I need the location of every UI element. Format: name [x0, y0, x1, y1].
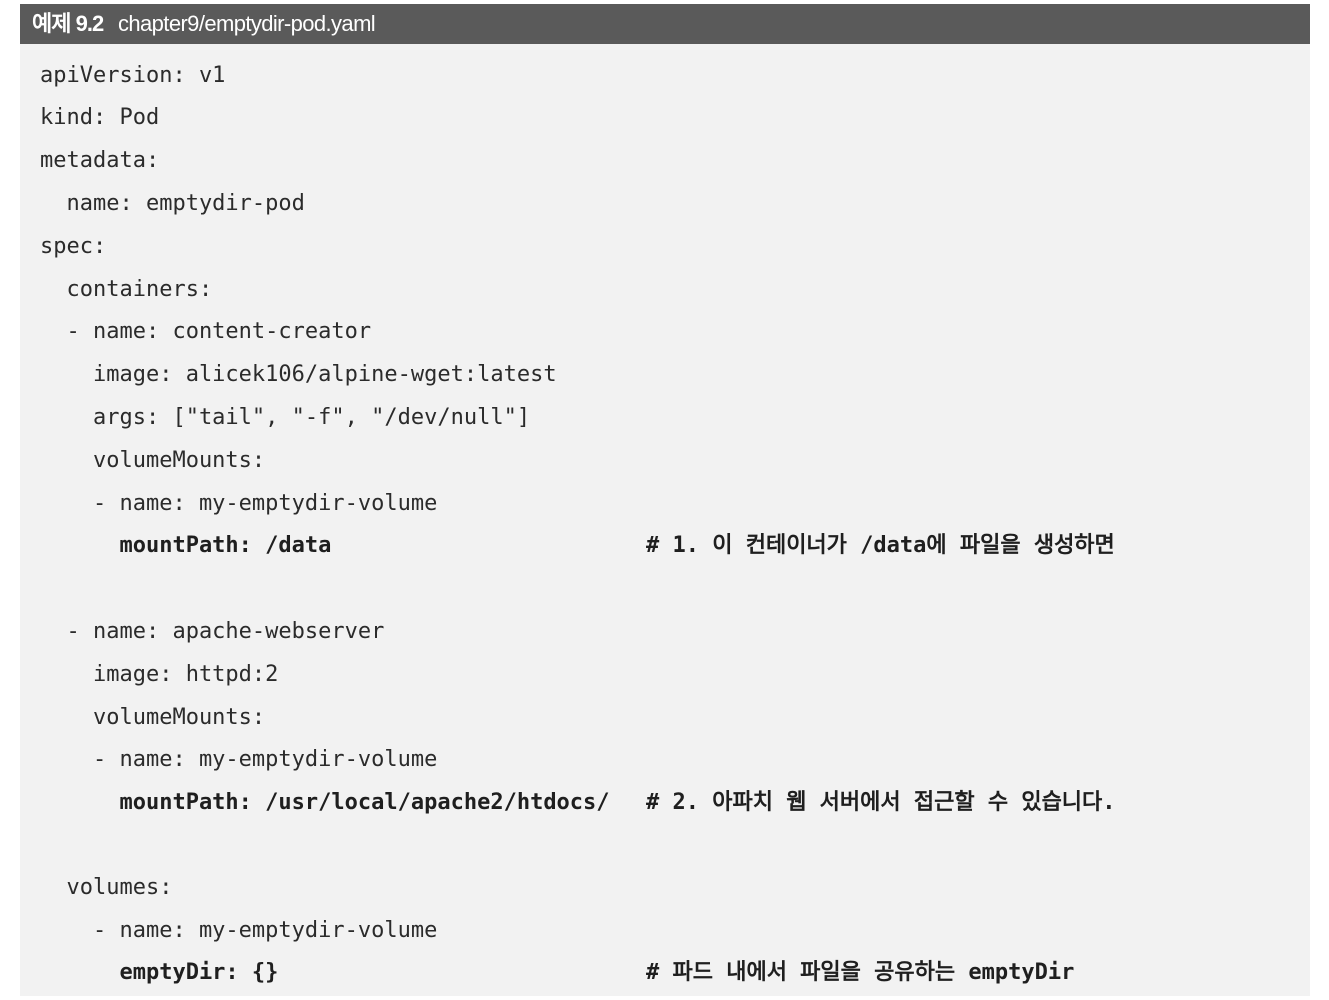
code-line: apiVersion: v1 — [40, 63, 226, 88]
code-line: - name: apache-webserver — [40, 619, 385, 644]
code-line: volumeMounts: — [40, 705, 266, 730]
code-line: args: ["tail", "-f", "/dev/null"] — [40, 405, 531, 430]
code-line-highlight: mountPath: /data — [40, 533, 332, 558]
code-line-highlight: mountPath: /usr/local/apache2/htdocs/ — [40, 790, 610, 815]
code-listing: 예제 9.2 chapter9/emptydir-pod.yaml apiVer… — [20, 4, 1310, 996]
code-line: volumes: — [40, 875, 173, 900]
code-line: - name: my-emptydir-volume — [40, 747, 438, 772]
code-line: - name: my-emptydir-volume — [40, 491, 438, 516]
code-line: spec: — [40, 234, 107, 259]
code-line-highlight: emptyDir: {} — [40, 960, 279, 985]
code-comment: # 2. 아파치 웹 서버에서 접근할 수 있습니다. — [646, 790, 1116, 815]
code-line: image: alicek106/alpine-wget:latest — [40, 362, 557, 387]
code-comment: # 파드 내에서 파일을 공유하는 emptyDir — [646, 960, 1075, 985]
code-line: volumeMounts: — [40, 448, 266, 473]
code-line: - name: my-emptydir-volume — [40, 918, 438, 943]
code-line: - name: content-creator — [40, 319, 372, 344]
code-line: kind: Pod — [40, 105, 160, 130]
code-comment: # 1. 이 컨테이너가 /data에 파일을 생성하면 — [646, 533, 1115, 558]
code-block: apiVersion: v1 kind: Pod metadata: name:… — [20, 4, 1310, 996]
code-line: image: httpd:2 — [40, 662, 279, 687]
code-line: containers: — [40, 277, 213, 302]
code-line: name: emptydir-pod — [40, 191, 305, 216]
code-line: metadata: — [40, 148, 160, 173]
